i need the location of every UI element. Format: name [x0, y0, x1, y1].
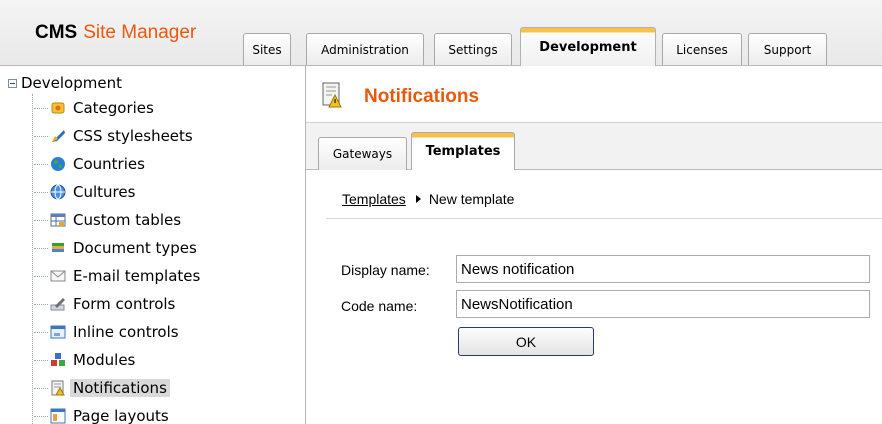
page-title: Notifications: [364, 86, 480, 107]
envelope-icon: [50, 268, 66, 284]
tree-item-label: CSS stylesheets: [73, 127, 193, 145]
tree-connector: [34, 220, 48, 221]
tree-connector: [34, 108, 48, 109]
tree-line: [32, 94, 33, 424]
tab-templates[interactable]: Templates: [411, 132, 515, 170]
collapse-icon[interactable]: [8, 78, 17, 88]
tree-item-countries[interactable]: Countries: [34, 153, 148, 175]
tree-connector: [34, 164, 48, 165]
tree-item-label: Page layouts: [73, 407, 169, 424]
cultures-globe-icon: [50, 184, 66, 200]
tree-item-label: Custom tables: [73, 211, 182, 229]
tree-item-form-controls[interactable]: Form controls: [34, 293, 178, 315]
tree-item-label: Notifications: [70, 379, 170, 397]
tree-item-document-types[interactable]: Document types: [34, 237, 200, 259]
breadcrumb: Templates New template: [342, 191, 514, 207]
document-types-icon: [50, 240, 66, 256]
ok-button[interactable]: OK: [458, 327, 594, 356]
tree-root-label: Development: [21, 74, 122, 92]
tree-connector: [34, 332, 48, 333]
tree-connector: [34, 388, 48, 389]
tree-item-label: Inline controls: [73, 323, 179, 341]
tree-connector: [34, 192, 48, 193]
breadcrumb-current: New template: [428, 191, 515, 207]
tree-connector: [34, 276, 48, 277]
tree-item-label: Countries: [73, 155, 145, 173]
tree-item-label: E-mail templates: [73, 267, 201, 285]
tab-licenses[interactable]: Licenses: [662, 33, 742, 65]
form-controls-icon: [50, 296, 66, 312]
tree-connector: [34, 304, 48, 305]
display-name-label: Display name:: [341, 262, 430, 278]
css-stylesheets-icon: [50, 128, 66, 144]
header-bar: CMS Site Manager Sites Administration Set…: [0, 0, 882, 66]
tree-item-label: Modules: [73, 351, 136, 369]
tree-item-custom-tables[interactable]: Custom tables: [34, 209, 184, 231]
tab-gateways[interactable]: Gateways: [318, 137, 407, 170]
tree-item-email-templates[interactable]: E-mail templates: [34, 265, 203, 287]
notifications-title-icon: [320, 82, 344, 108]
title-bar: Notifications: [306, 66, 882, 123]
tree-root-development[interactable]: Development: [8, 74, 122, 92]
breadcrumb-templates-link[interactable]: Templates: [342, 191, 406, 207]
inline-controls-icon: [50, 324, 66, 340]
breadcrumb-arrow-icon: [415, 195, 421, 203]
tree-item-notifications[interactable]: Notifications: [34, 377, 170, 399]
main-content: Notifications Gateways Templates Templat…: [306, 66, 882, 424]
code-name-label: Code name:: [341, 298, 418, 314]
divider: [326, 218, 882, 219]
tree-item-label: Form controls: [73, 295, 176, 313]
tab-administration[interactable]: Administration: [306, 33, 424, 65]
globe-icon: [50, 156, 66, 172]
table-icon: [50, 212, 66, 228]
subtabs: Gateways Templates: [306, 123, 882, 170]
tree-item-modules[interactable]: Modules: [34, 349, 138, 371]
tree-connector: [34, 416, 48, 417]
display-name-input[interactable]: [456, 255, 870, 283]
tree-item-categories[interactable]: Categories: [34, 97, 157, 119]
tree-item-label: Document types: [73, 239, 197, 257]
modules-icon: [50, 352, 66, 368]
tree-connector: [34, 360, 48, 361]
tree-item-label: Cultures: [73, 183, 136, 201]
tab-development[interactable]: Development: [520, 27, 656, 66]
tree-item-inline-controls[interactable]: Inline controls: [34, 321, 182, 343]
categories-icon: [50, 100, 66, 116]
tree-connector: [34, 248, 48, 249]
tree-item-css-stylesheets[interactable]: CSS stylesheets: [34, 125, 196, 147]
sidebar-tree: Development Categories CSS stylesheets C…: [0, 66, 306, 424]
top-tabs: Sites Administration Settings Developmen…: [0, 0, 882, 66]
tab-sites[interactable]: Sites: [243, 33, 291, 65]
tree-item-label: Categories: [73, 99, 154, 117]
code-name-input[interactable]: [456, 290, 870, 318]
page-layouts-icon: [50, 408, 66, 424]
tab-support[interactable]: Support: [748, 33, 827, 65]
tree-item-cultures[interactable]: Cultures: [34, 181, 138, 203]
tree-item-page-layouts[interactable]: Page layouts: [34, 405, 172, 424]
tab-settings[interactable]: Settings: [434, 33, 512, 65]
tree-connector: [34, 136, 48, 137]
notifications-icon: [50, 380, 66, 396]
